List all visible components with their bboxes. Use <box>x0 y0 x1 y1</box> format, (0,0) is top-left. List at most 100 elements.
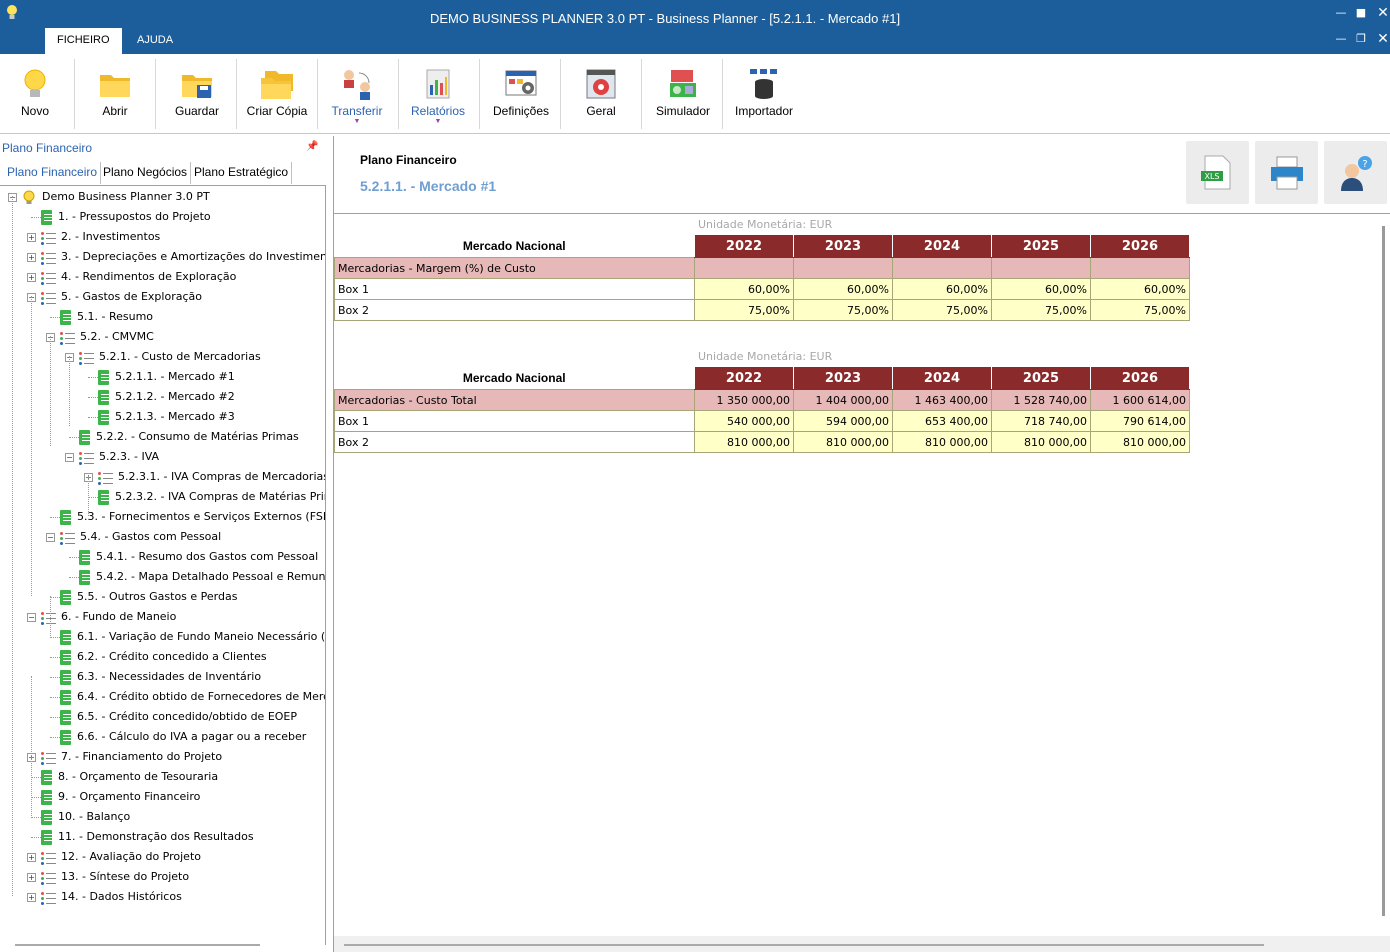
importador-label: Importador <box>734 104 794 118</box>
document-icon <box>41 830 52 845</box>
expand-toggle-icon[interactable]: + <box>27 253 36 262</box>
tree-item[interactable]: 6.5. - Crédito concedido/obtido de EOEP <box>0 707 325 727</box>
tree-item[interactable]: +14. - Dados Históricos <box>0 887 325 907</box>
tree-item[interactable]: +13. - Síntese do Projeto <box>0 867 325 887</box>
tree-item[interactable]: 1. - Pressupostos do Projeto <box>0 207 325 227</box>
tree-item[interactable]: 5.2.1.3. - Mercado #3 <box>0 407 325 427</box>
tree-item[interactable]: − Demo Business Planner 3.0 PT <box>0 187 325 207</box>
svg-text:?: ? <box>1362 159 1367 170</box>
close-button[interactable]: ✕ <box>1376 6 1390 20</box>
child-close-button[interactable]: ✕ <box>1376 32 1390 46</box>
tree-item[interactable]: 6.2. - Crédito concedido a Clientes <box>0 647 325 667</box>
expand-toggle-icon[interactable]: + <box>27 233 36 242</box>
tree-item[interactable]: 5.5. - Outros Gastos e Perdas <box>0 587 325 607</box>
value-cell[interactable]: 75,00% <box>892 299 992 321</box>
tree-item[interactable]: 5.2.1.2. - Mercado #2 <box>0 387 325 407</box>
document-icon <box>98 410 109 425</box>
tree-item[interactable]: 5.2.3.2. - IVA Compras de Matérias Prima… <box>0 487 325 507</box>
tree-item[interactable]: − 6. - Fundo de Maneio <box>0 607 325 627</box>
print-button[interactable] <box>1255 141 1318 204</box>
tree-item[interactable]: 10. - Balanço <box>0 807 325 827</box>
definicoes-button[interactable]: Definições <box>483 54 559 134</box>
child-restore-button[interactable]: ❐ <box>1354 32 1368 46</box>
tree-item[interactable]: +12. - Avaliação do Projeto <box>0 847 325 867</box>
value-cell[interactable]: 60,00% <box>892 278 992 300</box>
tree-item[interactable]: −5.2.1. - Custo de Mercadorias <box>0 347 325 367</box>
relatorios-button[interactable]: Relatórios ▼ <box>402 54 474 134</box>
value-cell[interactable]: 75,00% <box>694 299 794 321</box>
tree-item[interactable]: 9. - Orçamento Financeiro <box>0 787 325 807</box>
pin-icon[interactable]: 📌 <box>306 141 318 152</box>
tree-item-label: 5.2. - CMVMC <box>80 330 154 343</box>
tree-guide-line <box>31 676 32 816</box>
tree-item[interactable]: 8. - Orçamento de Tesouraria <box>0 767 325 787</box>
value-cell[interactable]: 75,00% <box>793 299 893 321</box>
minimize-button[interactable]: — <box>1334 6 1348 20</box>
tree-item-label: 8. - Orçamento de Tesouraria <box>58 770 219 783</box>
geral-label: Geral <box>586 104 616 118</box>
value-cell[interactable]: 75,00% <box>991 299 1091 321</box>
tab-ficheiro[interactable]: FICHEIRO <box>45 28 122 54</box>
document-icon <box>79 570 90 585</box>
abrir-button[interactable]: Abrir <box>80 54 150 134</box>
tree-item[interactable]: 6.3. - Necessidades de Inventário <box>0 667 325 687</box>
tree-item[interactable]: +4. - Rendimentos de Exploração <box>0 267 325 287</box>
tree-item[interactable]: − 5.4. - Gastos com Pessoal <box>0 527 325 547</box>
tab-plano-estrategico[interactable]: Plano Estratégico <box>191 162 293 184</box>
simulador-button[interactable]: Simulador <box>645 54 721 134</box>
expand-toggle-icon[interactable]: + <box>27 893 36 902</box>
horizontal-scrollbar[interactable] <box>15 944 260 946</box>
value-cell[interactable]: 60,00% <box>991 278 1091 300</box>
document-icon <box>79 550 90 565</box>
criar-copia-button[interactable]: Criar Cópia <box>241 54 313 134</box>
tree-item[interactable]: 5.1. - Resumo <box>0 307 325 327</box>
tree-item[interactable]: +2. - Investimentos <box>0 227 325 247</box>
geral-button[interactable]: Geral <box>565 54 637 134</box>
child-minimize-button[interactable]: — <box>1334 32 1348 46</box>
gear-window-icon <box>586 69 616 99</box>
expand-toggle-icon[interactable]: + <box>27 853 36 862</box>
tree-item[interactable]: 5.4.1. - Resumo dos Gastos com Pessoal <box>0 547 325 567</box>
tree-item[interactable]: 6.6. - Cálculo do IVA a pagar ou a receb… <box>0 727 325 747</box>
transfer-users-icon <box>344 70 370 100</box>
document-icon <box>60 310 71 325</box>
tab-plano-financeiro[interactable]: Plano Financeiro <box>4 162 102 184</box>
tree-item[interactable]: − 5.2.3. - IVA <box>0 447 325 467</box>
tree-item[interactable]: +7. - Financiamento do Projeto <box>0 747 325 767</box>
tree-item[interactable]: 5.2.2. - Consumo de Matérias Primas <box>0 427 325 447</box>
collapse-toggle-icon[interactable]: − <box>65 453 74 462</box>
importador-button[interactable]: Importador <box>727 54 801 134</box>
value-cell[interactable]: 75,00% <box>1090 299 1190 321</box>
expand-toggle-icon[interactable]: + <box>27 873 36 882</box>
export-xls-button[interactable]: XLS <box>1186 141 1249 204</box>
horizontal-scrollbar[interactable] <box>344 944 1264 946</box>
tree-item[interactable]: 5.4.2. - Mapa Detalhado Pessoal e Remune… <box>0 567 325 587</box>
tree-item[interactable]: 11. - Demonstração dos Resultados <box>0 827 325 847</box>
collapse-toggle-icon[interactable]: − <box>27 613 36 622</box>
document-icon <box>60 510 71 525</box>
tab-ajuda[interactable]: AJUDA <box>125 28 185 54</box>
tree-item[interactable]: −5. - Gastos de Exploração <box>0 287 325 307</box>
tree-item[interactable]: 6.1. - Variação de Fundo Maneio Necessár… <box>0 627 325 647</box>
tab-plano-negocios[interactable]: Plano Negócios <box>100 162 192 184</box>
value-cell[interactable]: 60,00% <box>694 278 794 300</box>
tree-item[interactable]: +3. - Depreciações e Amortizações do Inv… <box>0 247 325 267</box>
value-cell[interactable]: 60,00% <box>793 278 893 300</box>
transferir-button[interactable]: Transferir ▼ <box>321 54 393 134</box>
value-cell[interactable]: 60,00% <box>1090 278 1190 300</box>
tree-item[interactable]: 5.3. - Fornecimentos e Serviços Externos… <box>0 507 325 527</box>
year-header: 2025 <box>991 234 1091 258</box>
novo-button[interactable]: Novo <box>0 54 70 134</box>
tree-item[interactable]: +5.2.3.1. - IVA Compras de Mercadorias <box>0 467 325 487</box>
ribbon-separator <box>722 59 723 129</box>
tree-item[interactable]: −5.2. - CMVMC <box>0 327 325 347</box>
guardar-button[interactable]: Guardar <box>161 54 233 134</box>
expand-toggle-icon[interactable]: + <box>27 273 36 282</box>
tree-item[interactable]: 5.2.1.1. - Mercado #1 <box>0 367 325 387</box>
maximize-button[interactable]: ■ <box>1354 6 1368 20</box>
help-button[interactable]: ? <box>1324 141 1387 204</box>
document-icon <box>98 370 109 385</box>
tree-item[interactable]: 6.4. - Crédito obtido de Fornecedores de… <box>0 687 325 707</box>
vertical-scrollbar[interactable] <box>1382 226 1385 916</box>
collapse-toggle-icon[interactable]: − <box>46 533 55 542</box>
